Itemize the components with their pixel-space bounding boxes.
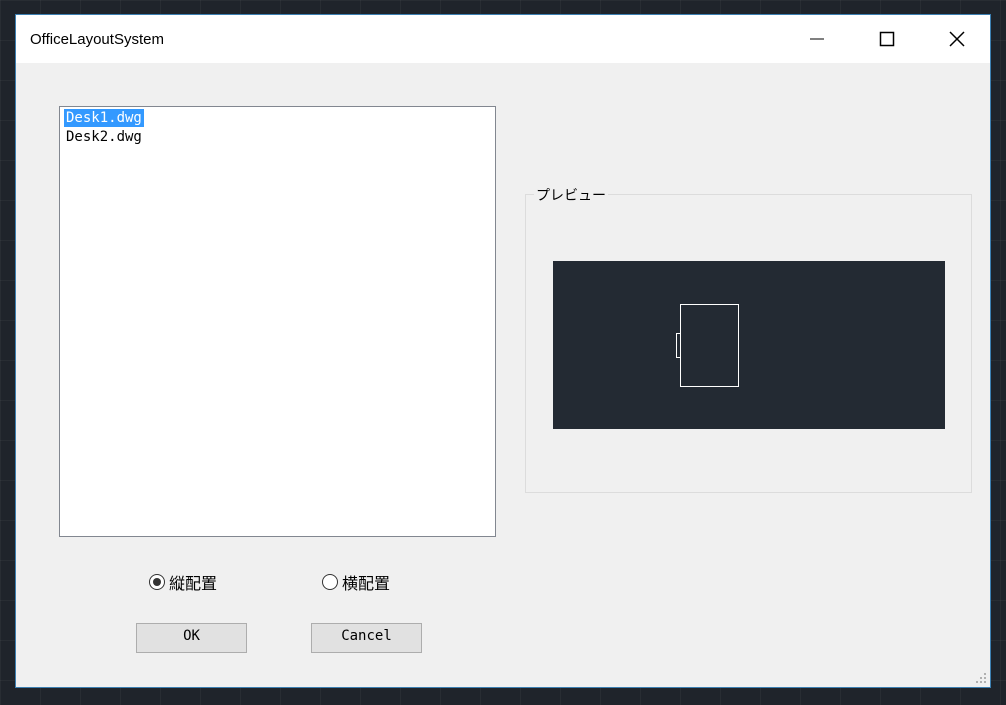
radio-horizontal[interactable]: 横配置 <box>322 570 390 594</box>
preview-groupbox: プレビュー <box>525 185 972 493</box>
resize-grip-icon[interactable] <box>975 672 987 684</box>
preview-label: プレビュー <box>534 185 608 205</box>
desk-outline <box>680 304 739 387</box>
close-icon <box>949 31 965 47</box>
radio-vertical[interactable]: 縦配置 <box>149 570 217 594</box>
ok-button[interactable]: OK <box>136 623 247 653</box>
file-listbox[interactable]: Desk1.dwg Desk2.dwg <box>59 106 496 537</box>
radio-horizontal-circle[interactable] <box>322 574 338 590</box>
preview-drawing <box>676 304 739 387</box>
list-item-desk2[interactable]: Desk2.dwg <box>64 128 144 146</box>
close-button[interactable] <box>922 15 992 63</box>
radio-horizontal-label: 横配置 <box>342 574 391 593</box>
maximize-button[interactable] <box>852 15 922 63</box>
chair-outline <box>676 333 681 358</box>
title-bar[interactable]: OfficeLayoutSystem <box>16 15 990 63</box>
radio-checked-dot <box>153 578 161 586</box>
radio-vertical-circle[interactable] <box>149 574 165 590</box>
list-item-desk1[interactable]: Desk1.dwg <box>64 109 144 127</box>
main-window: OfficeLayoutSystem Desk1.dwg Desk2.dwg プ… <box>15 14 991 688</box>
maximize-icon <box>879 31 895 47</box>
window-title: OfficeLayoutSystem <box>30 31 164 48</box>
radio-vertical-label: 縦配置 <box>169 574 218 593</box>
cancel-button[interactable]: Cancel <box>311 623 422 653</box>
minimize-icon <box>810 38 824 40</box>
minimize-button[interactable] <box>782 15 852 63</box>
preview-canvas <box>553 261 945 429</box>
